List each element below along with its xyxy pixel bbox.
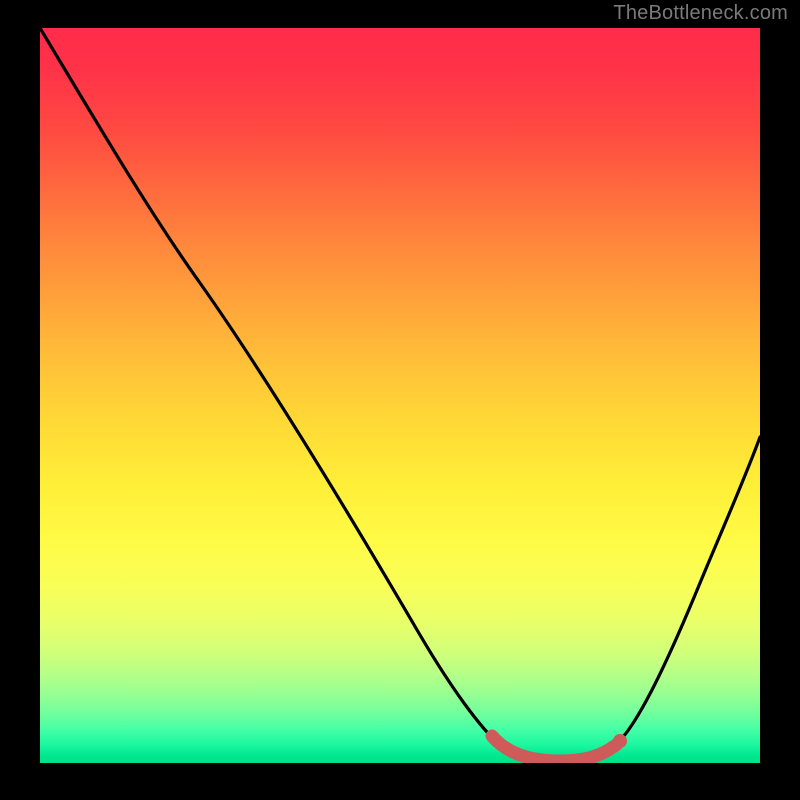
watermark-text: TheBottleneck.com: [613, 2, 788, 25]
bottleneck-curve: [40, 28, 760, 763]
curve-path: [40, 28, 760, 761]
highlight-segment: [492, 736, 616, 761]
plot-area: [40, 28, 760, 763]
chart-frame: TheBottleneck.com: [0, 0, 800, 800]
highlight-end-dot: [613, 734, 627, 748]
